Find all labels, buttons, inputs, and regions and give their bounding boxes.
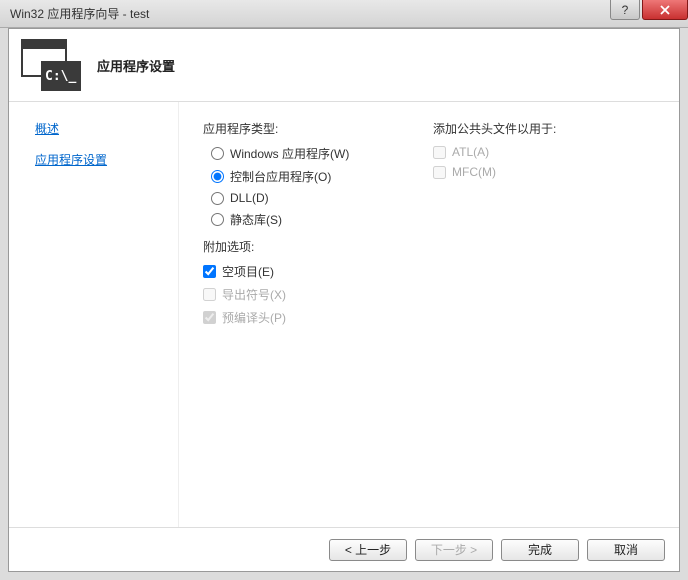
radio-label: Windows 应用程序(W)	[230, 145, 349, 162]
radio-label: 控制台应用程序(O)	[230, 168, 331, 185]
checkbox-label: MFC(M)	[452, 165, 496, 179]
app-type-title: 应用程序类型:	[203, 120, 383, 137]
prev-button[interactable]: < 上一步	[329, 539, 407, 561]
sidebar-item-overview[interactable]: 概述	[35, 120, 178, 137]
check-atl: ATL(A)	[433, 145, 556, 159]
checkbox-label: 导出符号(X)	[222, 286, 286, 303]
body: 概述 应用程序设置 应用程序类型: Windows 应用程序(W) 控制台应用程…	[9, 102, 679, 527]
next-button: 下一步 >	[415, 539, 493, 561]
radio-dll[interactable]: DLL(D)	[211, 191, 383, 205]
radio-input[interactable]	[211, 192, 224, 205]
check-mfc: MFC(M)	[433, 165, 556, 179]
finish-button[interactable]: 完成	[501, 539, 579, 561]
checkbox-label: 空项目(E)	[222, 263, 274, 280]
main-panel: 应用程序类型: Windows 应用程序(W) 控制台应用程序(O) DLL(D…	[179, 102, 679, 527]
radio-input[interactable]	[211, 213, 224, 226]
sidebar-item-settings[interactable]: 应用程序设置	[35, 151, 178, 168]
wizard-window: Win32 应用程序向导 - test ? C:\_ 应用程序设置 概述 应用程…	[0, 0, 688, 580]
checkbox-label: 预编译头(P)	[222, 309, 286, 326]
check-empty-project[interactable]: 空项目(E)	[203, 263, 383, 280]
additional-title: 附加选项:	[203, 238, 383, 255]
checkbox-input	[203, 288, 216, 301]
checkbox-label: ATL(A)	[452, 145, 489, 159]
left-column: 应用程序类型: Windows 应用程序(W) 控制台应用程序(O) DLL(D…	[203, 120, 383, 517]
headers-title: 添加公共头文件以用于:	[433, 120, 556, 137]
titlebar: Win32 应用程序向导 - test ?	[0, 0, 688, 28]
check-export-symbols: 导出符号(X)	[203, 286, 383, 303]
radio-static-lib[interactable]: 静态库(S)	[211, 211, 383, 228]
console-icon: C:\_	[41, 61, 81, 91]
radio-windows-app[interactable]: Windows 应用程序(W)	[211, 145, 383, 162]
radio-input[interactable]	[211, 170, 224, 183]
check-precompiled-header: 预编译头(P)	[203, 309, 383, 326]
footer: < 上一步 下一步 > 完成 取消	[9, 527, 679, 571]
close-icon	[660, 5, 670, 15]
checkbox-input[interactable]	[203, 265, 216, 278]
radio-label: DLL(D)	[230, 191, 269, 205]
titlebar-controls: ?	[610, 0, 688, 20]
wizard-icon: C:\_	[21, 39, 81, 91]
checkbox-input	[203, 311, 216, 324]
content-area: C:\_ 应用程序设置 概述 应用程序设置 应用程序类型: Windows 应用…	[8, 28, 680, 572]
checkbox-input	[433, 166, 446, 179]
sidebar: 概述 应用程序设置	[9, 102, 179, 527]
right-column: 添加公共头文件以用于: ATL(A) MFC(M)	[433, 120, 556, 517]
cancel-button[interactable]: 取消	[587, 539, 665, 561]
header: C:\_ 应用程序设置	[9, 29, 679, 102]
checkbox-input	[433, 146, 446, 159]
close-button[interactable]	[642, 0, 688, 20]
radio-input[interactable]	[211, 147, 224, 160]
help-button[interactable]: ?	[610, 0, 640, 20]
radio-label: 静态库(S)	[230, 211, 282, 228]
radio-console-app[interactable]: 控制台应用程序(O)	[211, 168, 383, 185]
window-title: Win32 应用程序向导 - test	[10, 5, 149, 22]
page-title: 应用程序设置	[97, 56, 175, 75]
